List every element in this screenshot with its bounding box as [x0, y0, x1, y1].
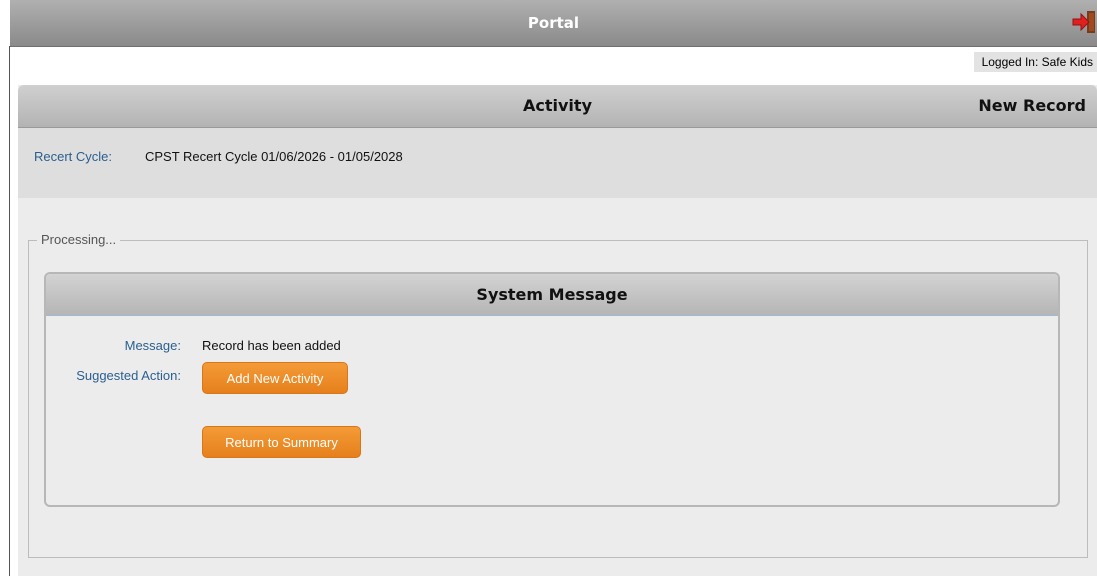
return-to-summary-button[interactable]: Return to Summary: [202, 426, 361, 458]
message-value: Record has been added: [202, 338, 341, 353]
panel-title: Activity: [523, 96, 592, 115]
left-border: [9, 46, 10, 576]
logged-in-status: Logged In: Safe Kids: [973, 52, 1097, 72]
panel-header: Activity New Record: [18, 85, 1097, 128]
activity-panel: Activity New Record Recert Cycle: CPST R…: [18, 85, 1097, 576]
message-label: Message:: [124, 338, 181, 353]
logout-icon[interactable]: [1071, 10, 1097, 34]
app-title: Portal: [527, 14, 580, 32]
system-message-title: System Message: [476, 285, 628, 304]
recert-cycle-value: CPST Recert Cycle 01/06/2026 - 01/05/202…: [145, 149, 403, 164]
suggested-action-label: Suggested Action:: [76, 368, 181, 383]
add-new-activity-button[interactable]: Add New Activity: [202, 362, 348, 394]
recert-cycle-row: Recert Cycle: CPST Recert Cycle 01/06/20…: [18, 128, 1097, 198]
top-bar: Portal: [10, 0, 1097, 47]
system-message-header: System Message: [46, 274, 1058, 316]
recert-cycle-label: Recert Cycle:: [34, 149, 113, 164]
system-message-box: System Message Message: Record has been …: [44, 272, 1060, 507]
processing-legend: Processing...: [37, 232, 121, 247]
record-mode: New Record: [978, 96, 1086, 115]
